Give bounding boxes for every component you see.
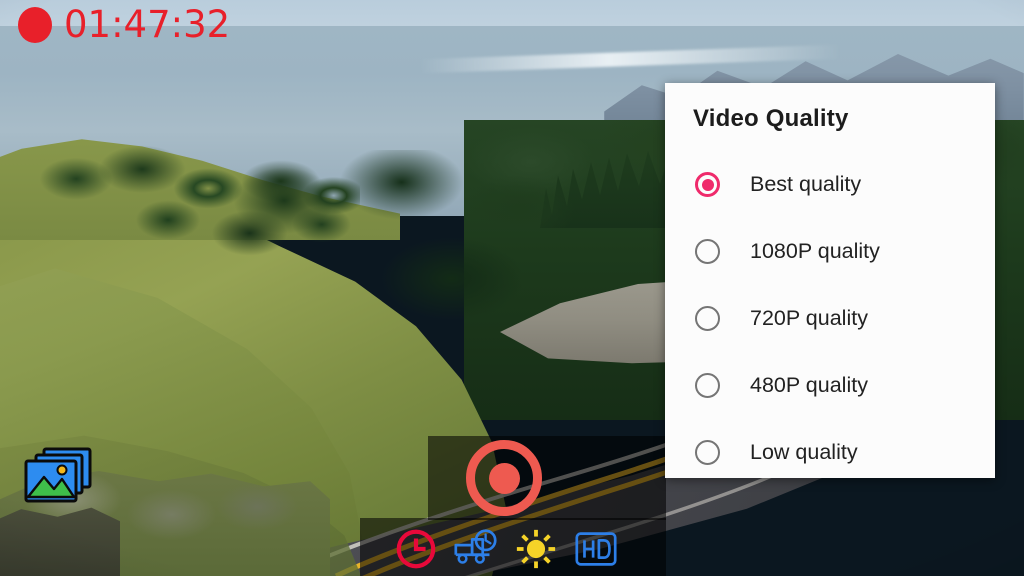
sun-brightness-icon (516, 529, 556, 569)
radio-button-low[interactable] (695, 440, 720, 465)
quality-options-list: Best quality 1080P quality 720P quality … (665, 151, 995, 486)
gallery-photos-icon (24, 447, 92, 503)
time-lapse-button[interactable] (450, 525, 502, 573)
gallery-button[interactable] (18, 443, 96, 505)
recording-dot (18, 6, 52, 43)
recording-elapsed-time: 01:47:32 (64, 3, 231, 46)
quality-option-low[interactable]: Low quality (665, 419, 995, 486)
bottom-toolbar (390, 524, 636, 574)
truck-clock-timelapse-icon (454, 529, 497, 564)
radio-button-best[interactable] (695, 172, 720, 197)
dialog-title: Video Quality (693, 105, 849, 132)
camera-recorder-screen: 01:47:32 Video Quality Best quality 1080… (0, 0, 1024, 576)
brightness-button[interactable] (510, 525, 562, 573)
quality-option-720p[interactable]: 720P quality (665, 285, 995, 352)
quality-option-1080p[interactable]: 1080P quality (665, 218, 995, 285)
quality-option-480p[interactable]: 480P quality (665, 352, 995, 419)
radio-button-480p[interactable] (695, 373, 720, 398)
record-button[interactable] (466, 440, 542, 516)
quality-option-best[interactable]: Best quality (665, 151, 995, 218)
timer-button[interactable] (390, 525, 442, 573)
hd-quality-icon (575, 532, 617, 566)
recording-timer: 01:47:32 (18, 6, 230, 43)
radio-button-720p[interactable] (695, 306, 720, 331)
video-quality-button[interactable] (570, 525, 622, 573)
quality-option-label: 720P quality (750, 306, 868, 330)
radio-button-1080p[interactable] (695, 239, 720, 264)
video-quality-dialog: Video Quality Best quality 1080P quality… (665, 83, 995, 478)
clock-icon (396, 529, 436, 569)
quality-option-label: 480P quality (750, 373, 868, 397)
record-button-backdrop (428, 436, 666, 520)
quality-option-label: Best quality (750, 172, 862, 196)
quality-option-label: Low quality (750, 440, 858, 464)
record-button-icon (488, 462, 520, 494)
quality-option-label: 1080P quality (750, 239, 880, 263)
